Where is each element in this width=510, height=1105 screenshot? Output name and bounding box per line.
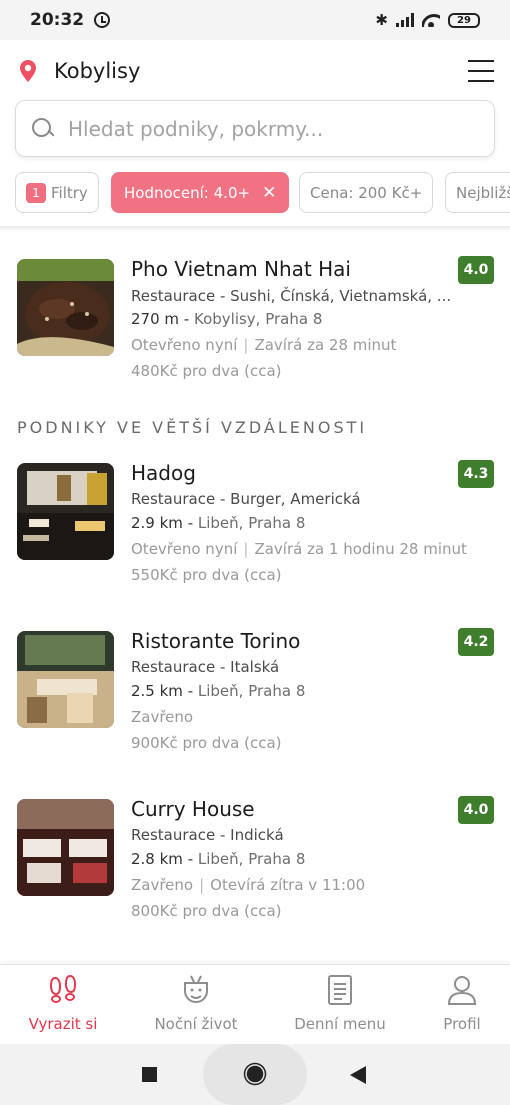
restaurant-location: 2.8 km - Libeň, Praha 8: [131, 850, 305, 868]
recent-apps-button[interactable]: [142, 1067, 157, 1082]
restaurant-area: Kobylisy, Praha 8: [193, 310, 323, 328]
restaurant-cuisine: Restaurace - Italská: [131, 658, 280, 676]
restaurant-photo: [17, 799, 114, 896]
nav-label: Denní menu: [294, 1015, 386, 1033]
nearest-filter-chip[interactable]: Nejbližší: [445, 172, 510, 213]
alarm-icon: [94, 12, 111, 28]
status-detail: Otevírá zítra v 11:00: [210, 876, 366, 894]
restaurant-area: Libeň, Praha 8: [197, 682, 306, 700]
status-detail: Zavírá za 28 minut: [254, 336, 397, 354]
restaurant-name[interactable]: Pho Vietnam Nhat Hai: [131, 257, 351, 281]
bluetooth-icon: ✱: [375, 11, 388, 29]
restaurant-status: Zavřeno: [131, 708, 193, 726]
filters-chip-label: Filtry: [51, 183, 88, 202]
nightlife-icon: [184, 975, 208, 1003]
price-filter-chip[interactable]: Cena: 200 Kč+: [299, 172, 434, 213]
nav-vyrazit-si[interactable]: Vyrazit si: [3, 973, 123, 1033]
close-icon[interactable]: ✕: [262, 183, 276, 203]
restaurant-location: 2.9 km - Libeň, Praha 8: [131, 514, 305, 532]
nav-profil[interactable]: Profil: [402, 973, 510, 1033]
filter-chips: 1 Filtry Hodnocení: 4.0+ ✕ Cena: 200 Kč+…: [15, 172, 510, 214]
back-button[interactable]: [350, 1066, 366, 1084]
status-time: 20:32: [30, 10, 85, 30]
open-status: Otevřeno nyní: [131, 540, 238, 558]
location-pin-icon[interactable]: [16, 59, 40, 83]
restaurant-cuisine: Restaurace - Sushi, Čínská, Vietnamská, …: [131, 287, 452, 305]
rating-filter-chip[interactable]: Hodnocení: 4.0+ ✕: [111, 172, 290, 213]
filters-divider: [0, 226, 510, 232]
restaurant-photo: [17, 463, 114, 560]
rating-badge: 4.0: [458, 256, 494, 284]
header: Kobylisy: [0, 40, 510, 102]
restaurant-price: 550Kč pro dva (cca): [131, 566, 282, 584]
open-status: Zavřeno: [131, 708, 194, 726]
rating-badge: 4.2: [458, 628, 494, 656]
restaurant-photo: [17, 259, 114, 356]
restaurant-price: 480Kč pro dva (cca): [131, 362, 282, 380]
restaurant-distance: 270 m -: [131, 310, 190, 328]
system-navigation-bar: [0, 1044, 510, 1105]
location-label[interactable]: Kobylisy: [54, 59, 140, 83]
profile-icon: [447, 976, 477, 1005]
restaurant-area: Libeň, Praha 8: [197, 850, 306, 868]
hamburger-menu-icon[interactable]: [468, 60, 494, 82]
status-icons: ✱ 29: [375, 11, 480, 29]
open-status: Zavřeno: [131, 876, 194, 894]
restaurant-price: 900Kč pro dva (cca): [131, 734, 282, 752]
home-button[interactable]: [203, 1044, 307, 1105]
footsteps-icon: [49, 974, 77, 1003]
nearest-filter-label: Nejbližší: [456, 183, 510, 202]
restaurant-price: 800Kč pro dva (cca): [131, 902, 282, 920]
status-detail: Zavírá za 1 hodinu 28 minut: [254, 540, 467, 558]
menu-document-icon: [328, 975, 352, 1005]
nav-nocni-zivot[interactable]: Noční život: [136, 973, 256, 1033]
signal-icon: [396, 13, 414, 27]
restaurant-photo: [17, 631, 114, 728]
nav-label: Profil: [443, 1015, 481, 1033]
restaurant-status: Zavřeno | Otevírá zítra v 11:00: [131, 876, 366, 894]
search-icon: [32, 117, 54, 140]
search-input[interactable]: [68, 116, 458, 141]
search-bar[interactable]: [15, 100, 495, 157]
restaurant-location: 270 m - Kobylisy, Praha 8: [131, 310, 322, 328]
filters-chip[interactable]: 1 Filtry: [15, 172, 99, 213]
rating-badge: 4.3: [458, 460, 494, 488]
restaurant-cuisine: Restaurace - Burger, Americká: [131, 490, 361, 508]
nav-denni-menu[interactable]: Denní menu: [280, 973, 400, 1033]
filters-count-badge: 1: [26, 182, 46, 203]
price-filter-label: Cena: 200 Kč+: [310, 183, 423, 202]
nav-label: Vyrazit si: [28, 1015, 98, 1033]
restaurant-cuisine: Restaurace - Indická: [131, 826, 284, 844]
restaurant-name[interactable]: Curry House: [131, 797, 255, 821]
restaurant-name[interactable]: Hadog: [131, 461, 196, 485]
restaurant-name[interactable]: Ristorante Torino: [131, 629, 300, 653]
section-title: PODNIKY VE VĚTŠÍ VZDÁLENOSTI: [17, 418, 368, 437]
restaurant-distance: 2.5 km -: [131, 682, 194, 700]
battery-icon: 29: [448, 12, 480, 28]
wifi-icon: [422, 13, 440, 27]
bottom-navigation: Vyrazit si Noční život Denní menu Profil: [0, 964, 510, 1044]
restaurant-status: Otevřeno nyní | Zavírá za 28 minut: [131, 336, 397, 354]
restaurant-area: Libeň, Praha 8: [197, 514, 306, 532]
restaurant-distance: 2.8 km -: [131, 850, 194, 868]
rating-badge: 4.0: [458, 796, 494, 824]
status-bar: 20:32 ✱ 29: [0, 0, 510, 40]
rating-filter-label: Hodnocení: 4.0+: [124, 183, 251, 202]
restaurant-distance: 2.9 km -: [131, 514, 194, 532]
nav-label: Noční život: [154, 1015, 238, 1033]
restaurant-location: 2.5 km - Libeň, Praha 8: [131, 682, 305, 700]
open-status: Otevřeno nyní: [131, 336, 238, 354]
restaurant-status: Otevřeno nyní | Zavírá za 1 hodinu 28 minu…: [131, 540, 467, 558]
